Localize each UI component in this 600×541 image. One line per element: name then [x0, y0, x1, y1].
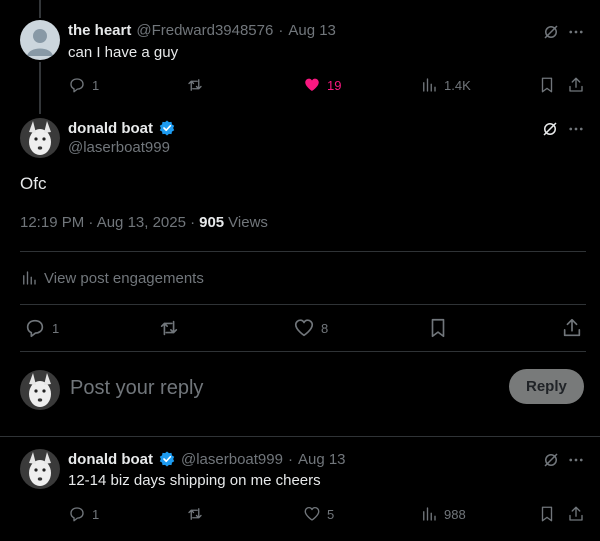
bookmark-icon[interactable] — [538, 76, 556, 94]
author-handle[interactable]: @laserboat999 — [68, 139, 170, 156]
engagements-label: View post engagements — [44, 269, 204, 287]
reply-input[interactable]: Post your reply — [70, 377, 203, 400]
grok-icon[interactable] — [542, 451, 560, 469]
separator: · — [287, 450, 293, 468]
verified-badge-icon — [158, 119, 176, 137]
grok-icon[interactable] — [541, 120, 559, 138]
avatar[interactable] — [20, 20, 60, 60]
retweet-icon — [158, 317, 180, 339]
author-name[interactable]: the heart — [68, 22, 131, 39]
thread-line-top — [39, 0, 41, 18]
post-date[interactable]: Aug 13 — [288, 22, 336, 39]
views-action[interactable]: 1.4K — [420, 76, 471, 94]
reply-icon — [24, 317, 46, 339]
view-engagements-link[interactable]: View post engagements — [20, 269, 204, 287]
divider — [20, 304, 586, 305]
like-action[interactable]: 8 — [293, 317, 328, 339]
reply-button[interactable]: Reply — [509, 369, 584, 404]
like-count: 5 — [327, 506, 335, 522]
author-handle[interactable]: @laserboat999 — [181, 451, 283, 468]
bookmark-icon[interactable] — [538, 505, 556, 523]
views-label: Views — [228, 214, 268, 231]
avatar[interactable] — [20, 118, 60, 158]
reply-count: 1 — [52, 320, 60, 336]
like-action[interactable]: 19 — [303, 76, 341, 94]
retweet-icon — [186, 505, 204, 523]
divider — [20, 251, 586, 252]
views-count: 988 — [444, 506, 466, 522]
views-icon — [420, 76, 438, 94]
more-icon[interactable] — [567, 23, 585, 41]
share-icon[interactable] — [567, 505, 585, 523]
verified-badge-icon — [158, 450, 176, 468]
like-count: 8 — [321, 320, 329, 336]
post-text: can I have a guy — [68, 44, 179, 61]
author-handle[interactable]: @Fredward3948576 — [136, 22, 273, 39]
divider — [20, 351, 586, 352]
share-icon[interactable] — [561, 317, 583, 339]
post-text: 12-14 biz days shipping on me cheers — [68, 472, 321, 489]
post-timestamp[interactable]: 12:19 PM · Aug 13, 2025 · — [20, 214, 195, 231]
reply-icon — [68, 76, 86, 94]
like-count: 19 — [327, 77, 342, 93]
reply-count: 1 — [92, 506, 100, 522]
retweet-action[interactable] — [186, 505, 204, 523]
heart-icon — [303, 505, 321, 523]
like-action[interactable]: 5 — [303, 505, 334, 523]
more-icon[interactable] — [567, 451, 585, 469]
views-icon — [420, 505, 438, 523]
author-name[interactable]: donald boat — [68, 451, 153, 468]
reply-icon — [68, 505, 86, 523]
author-name[interactable]: donald boat — [68, 120, 153, 137]
views-count: 905 — [199, 214, 225, 231]
retweet-action[interactable] — [158, 317, 180, 339]
avatar[interactable] — [20, 449, 60, 489]
heart-icon — [293, 317, 315, 339]
divider — [0, 436, 600, 437]
heart-icon — [303, 76, 321, 94]
post-date[interactable]: Aug 13 — [298, 451, 346, 468]
retweet-action[interactable] — [186, 76, 204, 94]
reply-action[interactable]: 1 — [68, 76, 99, 94]
post-text: Ofc — [20, 174, 47, 193]
reply-action[interactable]: 1 — [68, 505, 99, 523]
reply-action[interactable]: 1 — [24, 317, 59, 339]
grok-icon[interactable] — [542, 23, 560, 41]
retweet-icon — [186, 76, 204, 94]
thread-line — [39, 62, 41, 114]
more-icon[interactable] — [567, 120, 585, 138]
views-count: 1.4K — [444, 77, 471, 93]
bookmark-icon[interactable] — [427, 317, 449, 339]
avatar[interactable] — [20, 370, 60, 410]
reply-count: 1 — [92, 77, 100, 93]
share-icon[interactable] — [567, 76, 585, 94]
views-action[interactable]: 988 — [420, 505, 466, 523]
views-icon — [20, 269, 38, 287]
separator: · — [278, 22, 284, 39]
